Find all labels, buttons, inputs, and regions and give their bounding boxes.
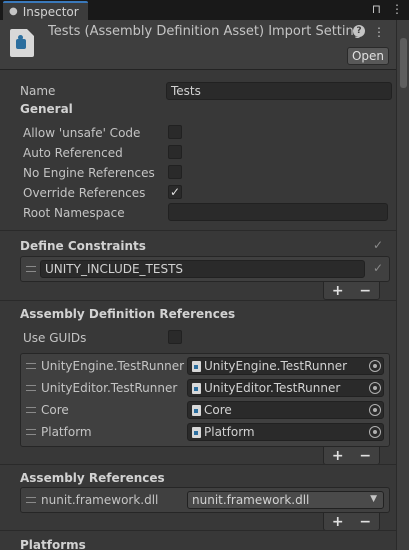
section-divider <box>0 230 396 231</box>
define-constraints-heading: Define Constraints <box>20 239 146 253</box>
drag-handle-icon[interactable] <box>26 429 36 435</box>
checkmark-icon: ✓ <box>373 261 384 275</box>
scrollbar[interactable] <box>396 20 409 550</box>
add-button[interactable]: + <box>332 448 344 464</box>
more-menu-icon[interactable]: ⋮ <box>391 2 403 16</box>
drag-handle-icon[interactable] <box>26 385 36 391</box>
name-label: Name <box>20 84 56 98</box>
assembly-definition-icon <box>192 404 201 416</box>
assembly-references-footer: + − <box>323 513 380 531</box>
assembly-definition-references-footer: + − <box>323 447 380 465</box>
root-namespace-label: Root Namespace <box>23 206 125 220</box>
allow-unsafe-checkbox[interactable] <box>168 125 182 139</box>
assembly-references-heading: Assembly References <box>20 471 165 485</box>
inspector-header: Tests (Assembly Definition Asset) Import… <box>0 20 409 70</box>
drag-handle-icon[interactable] <box>26 407 36 413</box>
define-constraints-footer: + − <box>323 282 380 300</box>
assembly-definition-icon <box>192 382 201 394</box>
section-divider <box>0 530 396 531</box>
reference-object-field[interactable]: UnityEditor.TestRunner <box>187 379 384 397</box>
drag-handle-icon[interactable] <box>26 497 36 503</box>
assembly-definition-icon <box>192 426 201 438</box>
reference-label: Core <box>41 403 69 417</box>
no-engine-references-label: No Engine References <box>23 166 155 180</box>
reference-label: UnityEngine.TestRunner <box>41 359 185 373</box>
platforms-heading: Platforms <box>20 538 86 550</box>
header-title: Tests (Assembly Definition Asset) Import… <box>48 24 361 39</box>
remove-button[interactable]: − <box>359 448 371 464</box>
tab-label: Inspector <box>22 4 79 19</box>
dropdown-arrow-icon: ▼ <box>370 494 377 504</box>
drag-handle-icon[interactable] <box>26 363 36 369</box>
remove-button[interactable]: − <box>359 283 371 299</box>
open-button[interactable]: Open <box>347 47 389 65</box>
assembly-references-list: nunit.framework.dll nunit.framework.dll … <box>20 487 390 513</box>
assembly-definition-references-heading: Assembly Definition References <box>20 307 236 321</box>
object-picker-icon[interactable] <box>369 404 381 416</box>
reference-object-field[interactable]: Platform <box>187 423 384 441</box>
section-divider <box>0 300 396 301</box>
root-namespace-field[interactable] <box>168 203 388 221</box>
no-engine-references-checkbox[interactable] <box>168 165 182 179</box>
override-references-label: Override References <box>23 186 146 200</box>
inspector-content: Name Tests General Allow 'unsafe' Code A… <box>0 71 396 550</box>
section-divider <box>0 464 396 465</box>
use-guids-label: Use GUIDs <box>23 331 87 345</box>
assembly-definition-references-list: UnityEngine.TestRunner UnityEngine.TestR… <box>20 353 390 447</box>
reference-object-field[interactable]: UnityEngine.TestRunner <box>187 357 384 375</box>
override-references-checkbox[interactable]: ✓ <box>168 185 182 199</box>
object-picker-icon[interactable] <box>369 360 381 372</box>
info-icon: ● <box>9 6 18 17</box>
remove-button[interactable]: − <box>359 514 371 530</box>
assembly-definition-icon <box>192 360 201 372</box>
checkmark-icon: ✓ <box>169 185 181 199</box>
name-field[interactable]: Tests <box>166 82 392 100</box>
scroll-thumb[interactable] <box>400 38 407 88</box>
help-icon[interactable]: ? <box>353 25 365 37</box>
assembly-reference-dropdown[interactable]: nunit.framework.dll ▼ <box>187 491 384 509</box>
assembly-reference-label: nunit.framework.dll <box>41 493 159 507</box>
auto-referenced-checkbox[interactable] <box>168 145 182 159</box>
reference-object-field[interactable]: Core <box>187 401 384 419</box>
reference-label: UnityEditor.TestRunner <box>41 381 178 395</box>
header-menu-icon[interactable]: ⋮ <box>373 25 385 39</box>
drag-handle-icon[interactable] <box>26 266 36 272</box>
lock-icon[interactable]: ⊓ <box>372 2 381 16</box>
tab-bar: ● Inspector ⊓ ⋮ <box>0 0 409 20</box>
add-button[interactable]: + <box>332 514 344 530</box>
define-constraint-field[interactable]: UNITY_INCLUDE_TESTS <box>40 260 365 278</box>
use-guids-checkbox[interactable] <box>168 330 182 344</box>
reference-label: Platform <box>41 425 92 439</box>
define-constraints-list: UNITY_INCLUDE_TESTS ✓ <box>20 256 390 282</box>
general-heading: General <box>20 102 73 116</box>
object-picker-icon[interactable] <box>369 426 381 438</box>
allow-unsafe-label: Allow 'unsafe' Code <box>23 126 141 140</box>
assembly-definition-icon <box>10 29 34 57</box>
checkmark-icon: ✓ <box>373 238 384 252</box>
object-picker-icon[interactable] <box>369 382 381 394</box>
add-button[interactable]: + <box>332 283 344 299</box>
tab-inspector[interactable]: ● Inspector <box>3 1 88 20</box>
auto-referenced-label: Auto Referenced <box>23 146 123 160</box>
